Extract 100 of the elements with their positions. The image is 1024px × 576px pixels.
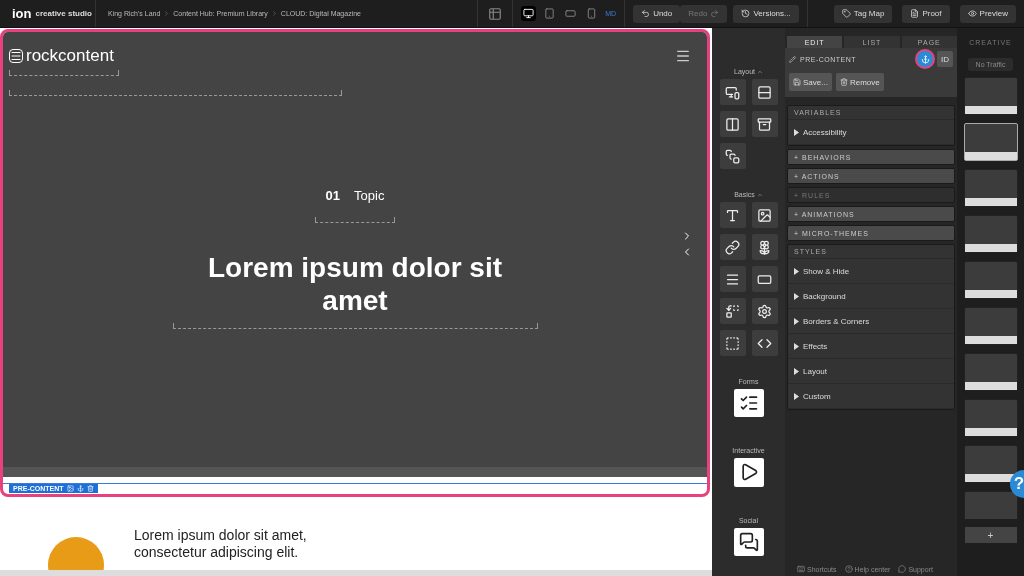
link-widget-button[interactable]: [719, 234, 746, 260]
anchor-icon: [920, 54, 930, 64]
expand-row[interactable]: Effects: [788, 334, 954, 359]
overlay-widget-button[interactable]: [719, 143, 746, 169]
remove-button[interactable]: Remove: [835, 73, 884, 91]
help-icon: [844, 565, 853, 573]
image-widget-button[interactable]: [751, 202, 778, 228]
triangle-icon: [794, 292, 799, 300]
list-widget-button[interactable]: [719, 266, 746, 292]
swap-widget-button[interactable]: [719, 298, 746, 324]
rows-icon: [757, 84, 772, 100]
topic-label: Topic: [354, 188, 385, 203]
settings-widget-button[interactable]: [751, 298, 778, 324]
list-icon: [725, 271, 740, 287]
tablet-icon: [565, 8, 577, 19]
text-widget-button[interactable]: [719, 202, 746, 228]
triangle-icon: [794, 367, 799, 375]
text-icon: [725, 207, 740, 223]
layout-icon: [488, 6, 503, 21]
expand-row[interactable]: Background: [788, 284, 954, 309]
product-name: creative studio: [35, 9, 92, 18]
image-icon: [757, 207, 772, 223]
document-icon: [910, 9, 920, 18]
link-icon: [725, 239, 740, 255]
page-thumbnail[interactable]: [963, 215, 1018, 253]
columns-widget-button[interactable]: [719, 111, 746, 137]
collapse-icon: [756, 191, 763, 198]
page-thumbnail[interactable]: [963, 491, 1018, 519]
chat-icon: [898, 565, 907, 573]
trash-icon: [86, 485, 94, 492]
keyboard-icon: [797, 565, 805, 573]
page-thumbnail[interactable]: [963, 307, 1018, 345]
rows-widget-button[interactable]: [751, 79, 778, 105]
monitor-icon: [523, 8, 535, 19]
brand-logo-icon: [9, 49, 23, 63]
expand-row[interactable]: Layout: [788, 359, 954, 384]
tablet-icon: [544, 8, 556, 19]
triangle-icon: [794, 128, 799, 136]
placeholder-widget-button[interactable]: [719, 330, 746, 356]
settings-icon: [757, 303, 772, 319]
body-text: Lorem ipsum dolor sit amet, consectetur adipiscing elit.: [134, 527, 308, 562]
brand-name: rockcontent: [26, 46, 114, 66]
triangle-icon: [794, 392, 799, 400]
pencil-icon: [789, 55, 796, 63]
social-widget-button[interactable]: [733, 527, 764, 556]
page-thumbnail[interactable]: [963, 399, 1018, 437]
collapse-icon: [757, 68, 763, 75]
versions-button[interactable]: Versions...: [733, 4, 799, 23]
undo-icon: [641, 9, 651, 18]
tag-icon: [841, 9, 851, 18]
expand-row[interactable]: Custom: [788, 384, 954, 409]
page-thumbnail[interactable]: [963, 169, 1018, 207]
trash-icon: [839, 78, 848, 86]
expand-row[interactable]: Accessibility: [788, 120, 954, 145]
chevron-icon: [163, 10, 171, 17]
page-thumbnail[interactable]: [963, 261, 1018, 299]
history-icon: [741, 9, 751, 18]
form-widget-button[interactable]: [733, 389, 764, 418]
code-widget-button[interactable]: [751, 330, 778, 356]
eye-icon: [967, 9, 977, 18]
stack-icon: [725, 148, 740, 164]
undo-button[interactable]: Undo: [633, 4, 681, 23]
video-widget-button[interactable]: [733, 458, 764, 487]
flower-icon: [757, 239, 772, 255]
expand-row[interactable]: Borders & Corners: [788, 309, 954, 334]
add-page-button[interactable]: +: [964, 527, 1017, 543]
divider-widget-button[interactable]: [751, 266, 778, 292]
logo: ion: [12, 6, 32, 21]
hero-headline: Lorem ipsum dolor sit amet: [207, 251, 503, 317]
page-thumbnail[interactable]: [963, 77, 1018, 115]
redo-icon: [710, 9, 720, 18]
expand-row[interactable]: Show & Hide: [788, 259, 954, 284]
preview-button[interactable]: Preview: [959, 4, 1016, 23]
image-icon: [66, 485, 74, 492]
devices-icon: [725, 84, 740, 100]
chat-icon: [738, 531, 759, 552]
swap-icon: [725, 303, 740, 319]
responsive-widget-button[interactable]: [719, 79, 746, 105]
proof-button[interactable]: Proof: [902, 4, 950, 23]
chevron-icon: [270, 10, 278, 17]
triangle-icon: [794, 267, 799, 275]
columns-icon: [725, 116, 740, 132]
menu-icon[interactable]: [675, 48, 691, 64]
id-button[interactable]: ID: [937, 51, 953, 67]
desktop-device-button[interactable]: [521, 6, 537, 21]
topic-number: 01: [325, 188, 341, 203]
anchor-button[interactable]: [917, 51, 933, 67]
box-icon: [757, 116, 772, 132]
page-thumbnail[interactable]: [963, 123, 1018, 161]
icon-widget-button[interactable]: [751, 234, 778, 260]
save-button[interactable]: Save...: [789, 73, 832, 91]
container-widget-button[interactable]: [751, 111, 778, 137]
phone-icon: [586, 8, 598, 19]
save-icon: [793, 78, 801, 86]
triangle-icon: [794, 317, 799, 325]
triangle-icon: [794, 342, 799, 350]
anchor-icon: [76, 485, 84, 492]
tag-button[interactable]: Tag Map: [833, 4, 893, 23]
page-thumbnail[interactable]: [963, 353, 1018, 391]
dashed-square-icon: [725, 335, 740, 351]
